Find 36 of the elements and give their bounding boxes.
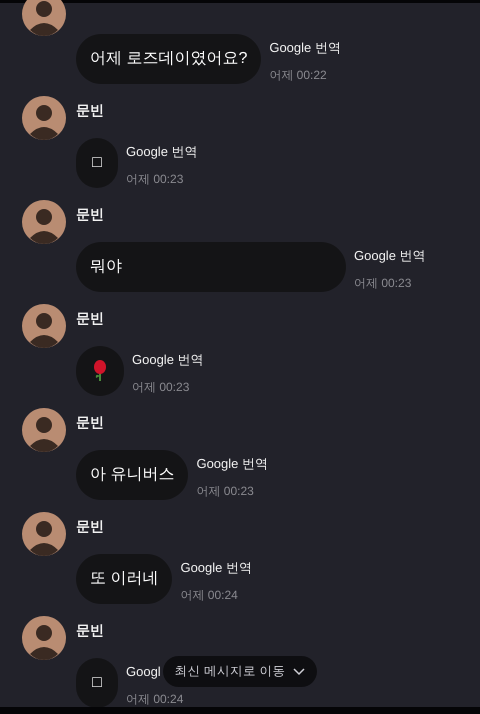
sender-name: 문빈 bbox=[76, 621, 104, 640]
translate-link[interactable]: Google 번역 bbox=[269, 38, 341, 58]
sender-name: 문빈 bbox=[76, 309, 104, 328]
avatar bbox=[22, 0, 66, 36]
chevron-down-icon bbox=[293, 668, 306, 676]
avatar bbox=[22, 304, 66, 348]
message-time: 어제 00:23 bbox=[132, 378, 190, 396]
translate-link[interactable]: Googl bbox=[126, 662, 161, 682]
message-bubble: 뭐야 bbox=[76, 242, 346, 292]
message-time: 어제 00:24 bbox=[180, 586, 239, 604]
message-bubble: □ bbox=[76, 658, 118, 708]
sender-name: 문빈 bbox=[76, 413, 104, 432]
avatar bbox=[22, 512, 66, 556]
translate-link[interactable]: Google 번역 bbox=[180, 558, 252, 578]
message-bubble: 아 유니버스 bbox=[76, 450, 188, 500]
message-bubble: □ bbox=[76, 138, 118, 188]
avatar bbox=[22, 96, 66, 140]
message-bubble: 또 이러네 bbox=[76, 554, 172, 604]
message-time: 어제 00:23 bbox=[354, 274, 412, 292]
avatar bbox=[22, 616, 66, 660]
message-time: 어제 00:23 bbox=[126, 170, 184, 188]
avatar bbox=[22, 408, 66, 452]
jump-to-latest-button[interactable]: 최신 메시지로 이동 bbox=[163, 656, 317, 687]
message-time: 어제 00:24 bbox=[126, 690, 184, 708]
translate-link[interactable]: Google 번역 bbox=[126, 142, 198, 162]
message-time: 어제 00:23 bbox=[196, 482, 255, 500]
message-bubble: 어제 로즈데이였어요? bbox=[76, 34, 262, 84]
rose-icon bbox=[93, 360, 107, 382]
sender-name: 문빈 bbox=[76, 101, 104, 120]
message-time: 어제 00:22 bbox=[269, 66, 328, 84]
sender-name: 문빈 bbox=[76, 205, 104, 224]
translate-link[interactable]: Google 번역 bbox=[354, 246, 426, 266]
translate-link[interactable]: Google 번역 bbox=[196, 454, 268, 474]
avatar bbox=[22, 200, 66, 244]
sender-name: 문빈 bbox=[76, 517, 104, 536]
translate-link[interactable]: Google 번역 bbox=[132, 350, 204, 370]
